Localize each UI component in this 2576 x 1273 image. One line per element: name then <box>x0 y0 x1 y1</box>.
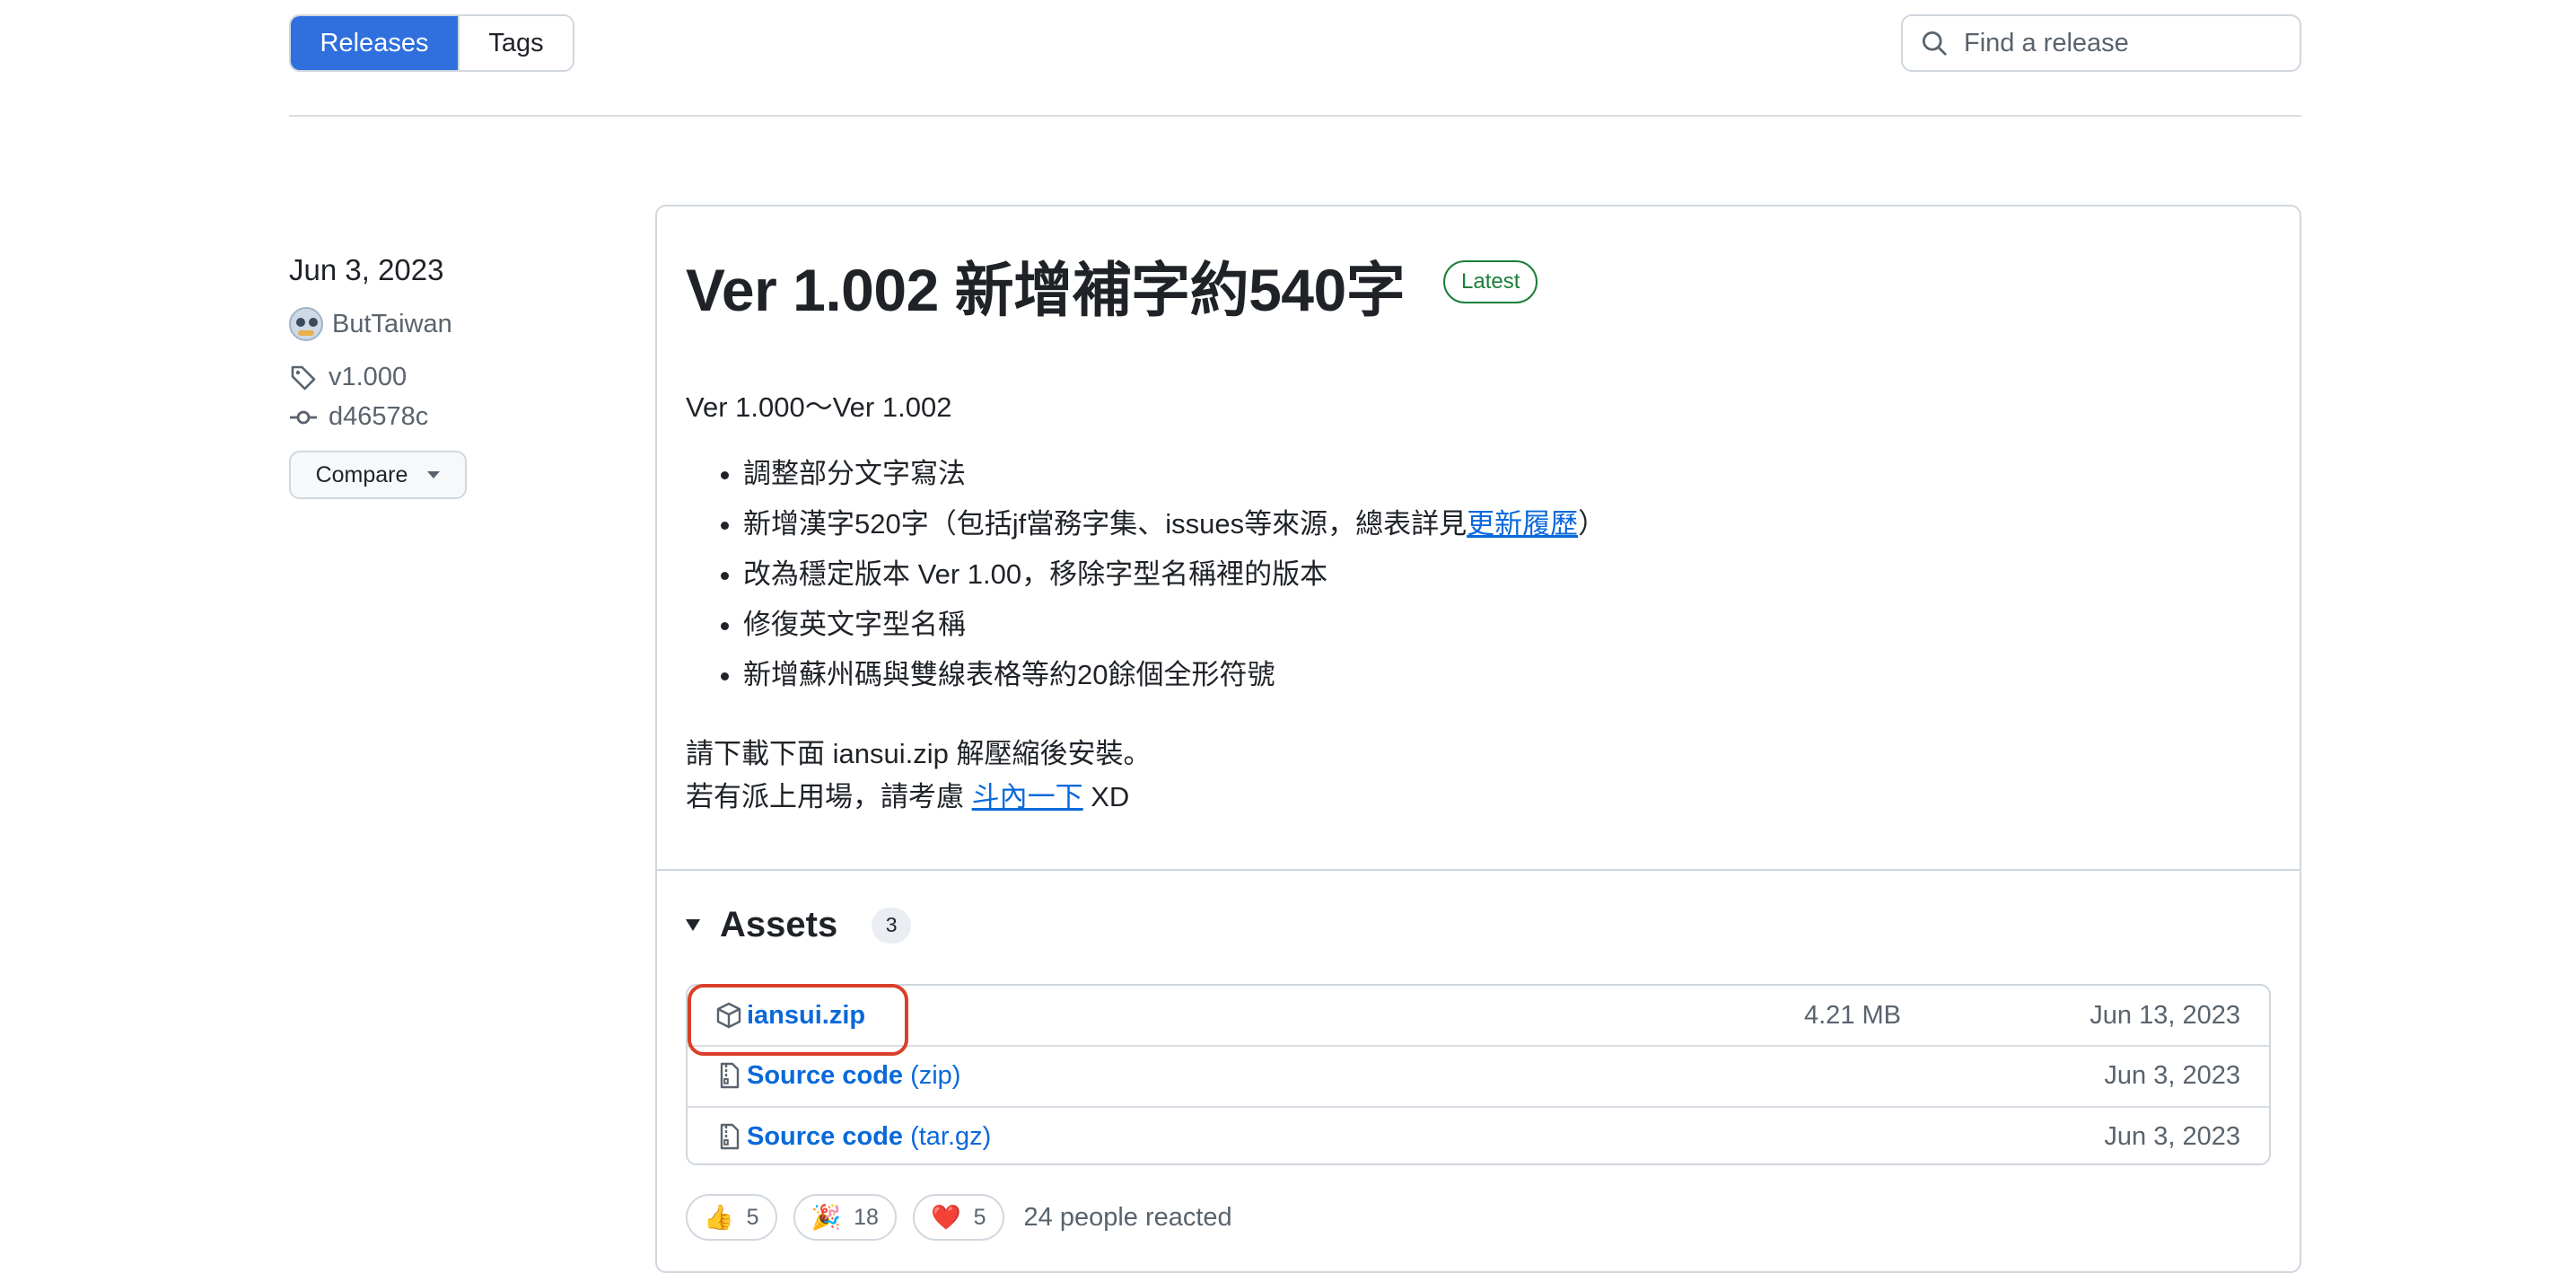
asset-link[interactable]: Source code (zip) <box>747 1061 960 1091</box>
asset-name[interactable]: Source code <box>747 1061 903 1090</box>
list-item: 改為穩定版本 Ver 1.00，移除字型名稱裡的版本 <box>743 549 1606 600</box>
list-item: 新增蘇州碼與雙線表格等約20餘個全形符號 <box>743 650 1606 700</box>
reaction-count: 18 <box>854 1204 879 1230</box>
search-input[interactable] <box>1962 27 2271 59</box>
releases-tab[interactable]: Releases <box>291 16 458 70</box>
list-item-text: 新增蘇州碼與雙線表格等約20餘個全形符號 <box>743 659 1275 690</box>
asset-row-iansui-zip: iansui.zip 4.21 MB Jun 13, 2023 <box>688 986 2269 1045</box>
asset-ext[interactable]: (tar.gz) <box>910 1122 991 1151</box>
list-item-text: 調整部分文字寫法 <box>743 458 966 489</box>
asset-name[interactable]: iansui.zip <box>747 1001 865 1030</box>
reactions-summary[interactable]: 24 people reacted <box>1024 1203 1232 1233</box>
release-date: Jun 3, 2023 <box>289 253 444 286</box>
party-popper-icon: 🎉 <box>810 1204 842 1232</box>
release-search[interactable] <box>1901 14 2301 72</box>
reaction-hooray[interactable]: 🎉 18 <box>793 1194 897 1241</box>
commit-icon <box>290 410 317 424</box>
tag-row[interactable]: v1.000 <box>289 363 407 392</box>
assets-title: Assets <box>720 905 838 944</box>
list-item: 新增漢字520字（包括jf當務字集、issues等來源，總表詳見更新履歷） <box>743 499 1606 549</box>
package-icon <box>716 1002 741 1029</box>
latest-badge: Latest <box>1443 260 1538 303</box>
list-item-text: 新增漢字520字（包括jf當務字集、issues等來源，總表詳見 <box>743 508 1468 540</box>
asset-link[interactable]: Source code (tar.gz) <box>747 1122 991 1152</box>
search-icon <box>1922 31 1947 56</box>
version-range: Ver 1.000～Ver 1.002 <box>686 391 952 423</box>
list-item-text: ） <box>1578 508 1607 540</box>
changelog-link[interactable]: 更新履歷 <box>1467 508 1578 540</box>
asset-date: Jun 13, 2023 <box>2090 1000 2240 1030</box>
commit-row[interactable]: d46578c <box>289 402 428 432</box>
reaction-count: 5 <box>746 1204 759 1230</box>
list-item-text: 修復英文字型名稱 <box>743 609 966 640</box>
tag-name[interactable]: v1.000 <box>329 363 407 392</box>
header-divider <box>289 115 2301 117</box>
list-item-text: 改為穩定版本 Ver 1.00，移除字型名稱裡的版本 <box>743 558 1328 590</box>
asset-name[interactable]: Source code <box>747 1122 903 1151</box>
reaction-count: 5 <box>973 1204 986 1230</box>
heart-icon: ❤️ <box>930 1204 961 1232</box>
asset-size: 4.21 MB <box>1804 1000 1901 1030</box>
compare-label: Compare <box>315 461 408 487</box>
assets-count: 3 <box>872 907 912 944</box>
tags-tab[interactable]: Tags <box>458 16 573 70</box>
reaction-thumbs-up[interactable]: 👍 5 <box>686 1194 777 1241</box>
donate-prefix: 若有派上用場，請考慮 <box>686 781 972 812</box>
donate-line: 若有派上用場，請考慮 斗內一下 XD <box>686 774 1129 814</box>
release-tag-switcher: Releases Tags <box>289 14 574 72</box>
asset-row-source-targz: Source code (tar.gz) Jun 3, 2023 <box>688 1106 2269 1163</box>
disclosure-triangle-icon <box>686 919 700 931</box>
commit-hash[interactable]: d46578c <box>329 402 428 432</box>
author-name[interactable]: ButTaiwan <box>332 310 452 339</box>
asset-ext[interactable]: (zip) <box>910 1061 960 1090</box>
assets-divider <box>655 869 2301 871</box>
compare-button[interactable]: Compare <box>289 451 467 499</box>
file-zip-icon <box>720 1123 740 1150</box>
asset-row-source-zip: Source code (zip) Jun 3, 2023 <box>688 1045 2269 1104</box>
donate-suffix: XD <box>1082 781 1130 812</box>
reaction-heart[interactable]: ❤️ 5 <box>912 1194 1004 1241</box>
asset-date: Jun 3, 2023 <box>2104 1060 2240 1090</box>
download-note: 請下載下面 iansui.zip 解壓縮後安裝。 <box>686 738 1152 769</box>
list-item: 調整部分文字寫法 <box>743 449 1606 499</box>
author-row[interactable]: ButTaiwan <box>289 307 452 341</box>
asset-link[interactable]: iansui.zip <box>747 1001 865 1031</box>
reactions-bar: 👍 5 🎉 18 ❤️ 5 24 people reacted <box>686 1194 1232 1241</box>
list-item: 修復英文字型名稱 <box>743 600 1606 650</box>
changelog-list: 調整部分文字寫法 新增漢字520字（包括jf當務字集、issues等來源，總表詳… <box>709 449 1606 700</box>
release-title[interactable]: Ver 1.002 新增補字約540字 <box>686 242 1406 329</box>
tag-icon <box>291 365 316 390</box>
chevron-down-icon <box>427 471 441 478</box>
asset-date: Jun 3, 2023 <box>2104 1121 2240 1151</box>
author-avatar[interactable] <box>289 307 323 341</box>
assets-list: iansui.zip 4.21 MB Jun 13, 2023 Source c… <box>686 984 2271 1165</box>
assets-toggle[interactable]: Assets 3 <box>686 905 912 945</box>
thumbs-up-icon: 👍 <box>704 1204 734 1232</box>
file-zip-icon <box>720 1062 740 1089</box>
donate-link[interactable]: 斗內一下 <box>972 781 1083 812</box>
